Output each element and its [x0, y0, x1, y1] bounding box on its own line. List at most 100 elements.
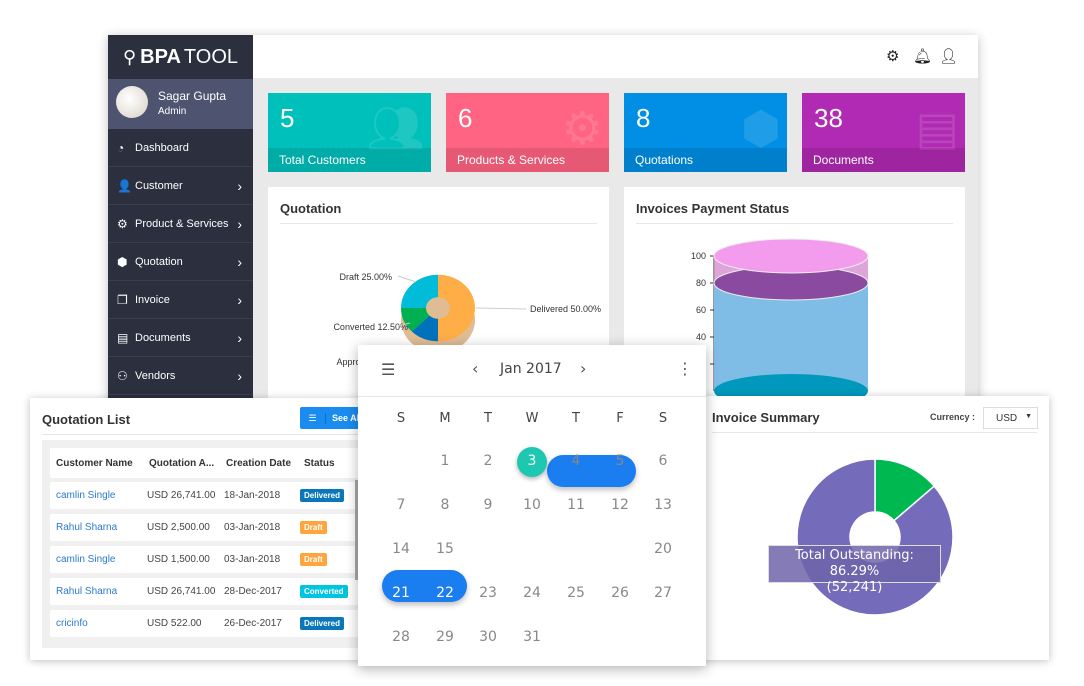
table-row[interactable]: camlin Single USD 26,741.00 18-Jan-2018 Del… [50, 482, 360, 509]
calendar-day[interactable]: 16 [473, 541, 503, 557]
invoice-summary-panel: Invoice Summary Currency : USD ▼ Total O… [700, 396, 1049, 660]
chevron-right-icon: › [237, 215, 242, 232]
sidebar-item-customer[interactable]: 👤 Customer › [108, 167, 253, 205]
calendar-day[interactable]: 26 [605, 585, 635, 601]
customer-link[interactable]: Rahul Sharna [56, 586, 117, 597]
chevron-right-icon: › [237, 329, 242, 346]
calendar-day[interactable]: 21 [386, 585, 416, 601]
brand-light: TOOL [183, 45, 239, 68]
chevron-right-icon: › [237, 253, 242, 270]
calendar-day[interactable]: 20 [648, 541, 678, 557]
table-row[interactable]: Rahul Sharna USD 26,741.00 28-Dec-2017 Conv… [50, 578, 360, 605]
stat-card[interactable]: ▤ 38 Documents [802, 93, 965, 172]
calendar-day[interactable]: 13 [648, 497, 678, 513]
sidebar: ⚲ BPA TOOL Sagar Gupta Admin ◔ Dashboard 👤… [108, 35, 253, 405]
files-icon: ❐ [117, 292, 128, 307]
users-icon: ⚇ [117, 368, 128, 383]
calendar-day[interactable]: 19 [605, 541, 635, 557]
calendar-day[interactable]: 4 [561, 453, 591, 469]
date-picker: ☰ ‹ Jan 2017 › ⋮ S M T W T F S 1 2 3 4 5 6 7 8 9 10 11 12 1… [358, 345, 706, 666]
calendar-day[interactable]: 2 [473, 453, 503, 469]
stat-card[interactable]: ⚙ 6 Products & Services [446, 93, 609, 172]
sidebar-item-invoice[interactable]: ❐ Invoice › [108, 281, 253, 319]
calendar-day[interactable]: 30 [473, 629, 503, 645]
calendar-day[interactable]: 10 [517, 497, 547, 513]
calendar-day[interactable]: 8 [430, 497, 460, 513]
calendar-day[interactable]: 24 [517, 585, 547, 601]
y-tick-label: 40 [696, 332, 706, 342]
cube-icon: ⬢ [117, 254, 128, 269]
weekday-label: T [484, 411, 492, 426]
customer-link[interactable]: camlin Single [56, 490, 115, 501]
calendar-day[interactable]: 29 [430, 629, 460, 645]
customer-link[interactable]: camlin Single [56, 554, 115, 565]
stat-label: Quotations [624, 148, 787, 172]
table-header: Customer Name Quotation A... Creation Da… [50, 448, 360, 478]
calendar-day[interactable]: 9 [473, 497, 503, 513]
top-header: ⚙ 🔔︎ 👤︎ [253, 35, 978, 78]
calendar-day[interactable]: 6 [648, 453, 678, 469]
calendar-day[interactable]: 25 [561, 585, 591, 601]
sidebar-item-documents[interactable]: ▤ Documents › [108, 319, 253, 357]
stat-card[interactable]: ⬢ 8 Quotations [624, 93, 787, 172]
list-icon: ☰ [300, 412, 326, 424]
stat-card[interactable]: 👥︎ 5 Total Customers [268, 93, 431, 172]
prev-month-button[interactable]: ‹ [472, 359, 478, 378]
calendar-day[interactable]: 3 [517, 453, 547, 469]
bell-icon[interactable]: 🔔︎ [913, 47, 932, 65]
y-tick-label: 80 [696, 278, 706, 288]
status-badge: Draft [300, 521, 327, 534]
weekday-label: S [396, 411, 406, 426]
status-badge: Delivered [300, 489, 345, 502]
table-row[interactable]: Rahul Sharna USD 2,500.00 03-Jan-2018 Draft [50, 514, 360, 541]
cube-icon: ⬢ [740, 102, 781, 154]
user-icon: 👤 [117, 178, 132, 193]
calendar-day[interactable]: 23 [473, 585, 503, 601]
calendar-day[interactable]: 18 [561, 541, 591, 557]
sidebar-item-dashboard[interactable]: ◔ Dashboard [108, 129, 253, 167]
logo[interactable]: ⚲ BPA TOOL [108, 35, 253, 79]
brand-bold: BPA [140, 45, 181, 68]
calendar-day[interactable]: 15 [430, 541, 460, 557]
weekday-label: S [658, 411, 668, 426]
calendar-day[interactable]: 11 [561, 497, 591, 513]
gear-icon[interactable]: ⚙ [886, 47, 899, 65]
sidebar-item-quotation[interactable]: ⬢ Quotation › [108, 243, 253, 281]
chevron-right-icon: › [237, 177, 242, 194]
calendar-day[interactable]: 28 [386, 629, 416, 645]
gear-icon: ⚙ [561, 102, 603, 154]
weekday-label: F [616, 411, 624, 426]
stat-value: 5 [280, 103, 295, 133]
calendar-day[interactable]: 7 [386, 497, 416, 513]
chevron-right-icon: › [237, 291, 242, 308]
calendar-day[interactable]: 27 [648, 585, 678, 601]
calendar-day[interactable]: 22 [430, 585, 460, 601]
status-badge: Draft [300, 553, 327, 566]
calendar-day[interactable]: 12 [605, 497, 635, 513]
status-badge: Delivered [300, 617, 345, 630]
stat-label: Documents [802, 148, 965, 172]
table-row[interactable]: cricinfo USD 522.00 26-Dec-2017 Delivered [50, 610, 360, 637]
sidebar-item-vendors[interactable]: ⚇ Vendors › [108, 357, 253, 395]
calendar-day[interactable]: 31 [517, 629, 547, 645]
user-block[interactable]: Sagar Gupta Admin [108, 79, 253, 129]
calendar-day[interactable]: 17 [517, 541, 547, 557]
customer-link[interactable]: Rahul Sharna [56, 522, 117, 533]
next-month-button[interactable]: › [580, 359, 586, 378]
calendar-day[interactable]: 14 [386, 541, 416, 557]
status-badge: Converted [300, 585, 348, 598]
calendar-day[interactable]: 5 [605, 453, 635, 469]
calendar-day[interactable]: 1 [430, 453, 460, 469]
sidebar-item-product-services[interactable]: ⚙ Product & Services › [108, 205, 253, 243]
stat-value: 38 [814, 103, 843, 133]
chart-tooltip: Total Outstanding: 86.29% (52,241) [768, 545, 941, 595]
weekday-label: T [572, 411, 580, 426]
user-icon[interactable]: 👤︎ [939, 47, 958, 65]
more-options-icon[interactable]: ⋮ [677, 359, 693, 378]
customer-link[interactable]: cricinfo [56, 618, 88, 629]
document-icon: ▤ [117, 330, 129, 345]
month-label: Jan 2017 [500, 361, 562, 377]
menu-icon[interactable]: ☰ [381, 360, 395, 379]
y-tick-label: 100 [691, 251, 706, 261]
table-row[interactable]: camlin Single USD 1,500.00 03-Jan-2018 Draf… [50, 546, 360, 573]
